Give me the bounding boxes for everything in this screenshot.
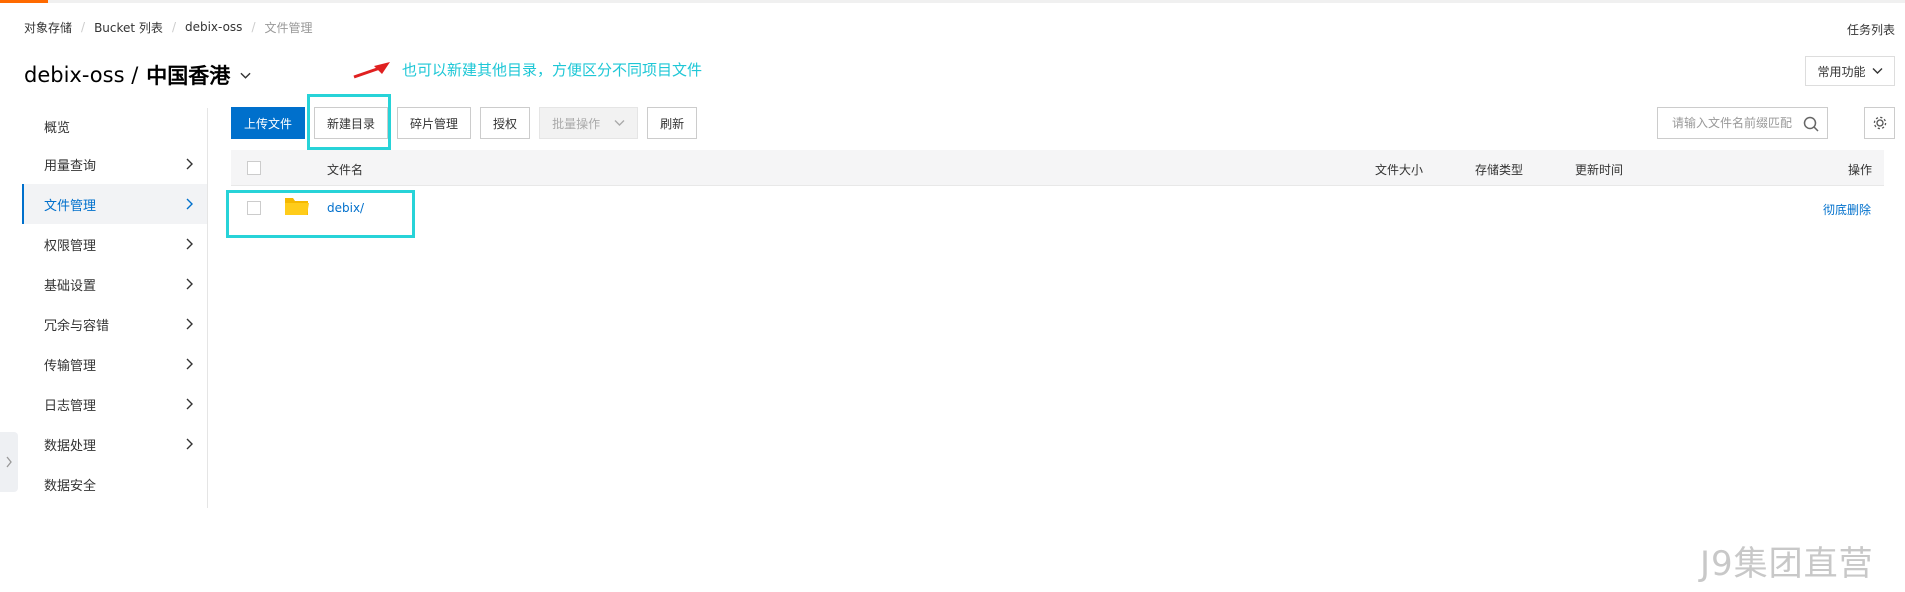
sidebar-item-label: 权限管理 bbox=[44, 238, 97, 254]
column-header-storage-type: 存储类型 bbox=[1475, 163, 1524, 177]
gear-icon bbox=[1873, 116, 1886, 130]
top-bar bbox=[0, 0, 1905, 3]
sidebar-item-label: 用量查询 bbox=[44, 158, 97, 174]
common-functions-dropdown[interactable]: 常用功能 bbox=[1805, 56, 1895, 86]
sidebar-item-label: 文件管理 bbox=[44, 198, 97, 214]
breadcrumb-current: 文件管理 bbox=[264, 20, 313, 35]
sidebar-item-transfer[interactable]: 传输管理 bbox=[22, 344, 207, 384]
common-functions-label: 常用功能 bbox=[1817, 64, 1866, 79]
toolbar: 上传文件 新建目录 碎片管理 授权 批量操作 刷新 bbox=[231, 107, 698, 139]
chevron-right-icon bbox=[6, 456, 12, 468]
chevron-down-icon bbox=[1872, 68, 1882, 74]
batch-operations-button[interactable]: 批量操作 bbox=[539, 107, 639, 139]
sidebar-item-label: 数据安全 bbox=[44, 478, 97, 494]
chevron-right-icon bbox=[186, 198, 193, 210]
fragment-management-button[interactable]: 碎片管理 bbox=[397, 107, 472, 139]
sidebar-item-data-processing[interactable]: 数据处理 bbox=[22, 424, 207, 464]
top-accent bbox=[0, 0, 48, 3]
sidebar-item-label: 数据处理 bbox=[44, 438, 97, 454]
search-input[interactable] bbox=[1672, 116, 1792, 130]
sidebar-item-file-management[interactable]: 文件管理 bbox=[22, 184, 207, 224]
batch-operations-label: 批量操作 bbox=[552, 116, 601, 131]
chevron-right-icon bbox=[186, 158, 193, 170]
chevron-right-icon bbox=[186, 238, 193, 250]
task-list-link[interactable]: 任务列表 bbox=[1847, 21, 1895, 38]
breadcrumb-separator: / bbox=[251, 20, 256, 34]
select-all-checkbox[interactable] bbox=[247, 161, 261, 175]
sidebar-item-permissions[interactable]: 权限管理 bbox=[22, 224, 207, 264]
column-header-updated: 更新时间 bbox=[1575, 163, 1624, 177]
chevron-right-icon bbox=[186, 318, 193, 330]
chevron-right-icon bbox=[186, 358, 193, 370]
sidebar-item-overview[interactable]: 概览 bbox=[22, 108, 207, 144]
table-header: 文件名 文件大小 存储类型 更新时间 操作 bbox=[231, 150, 1884, 186]
bucket-name: debix-oss / bbox=[24, 63, 139, 87]
column-header-operations: 操作 bbox=[1847, 163, 1872, 177]
sidebar-item-label: 传输管理 bbox=[44, 358, 97, 374]
folder-row-highlight bbox=[226, 190, 415, 238]
breadcrumb-object-storage[interactable]: 对象存储 bbox=[24, 19, 72, 36]
settings-button[interactable] bbox=[1864, 107, 1895, 139]
authorize-button[interactable]: 授权 bbox=[480, 107, 531, 139]
table-row: debix/ 彻底删除 bbox=[231, 190, 1884, 230]
search-box bbox=[1657, 107, 1828, 139]
annotation-arrow-icon bbox=[353, 62, 390, 79]
sidebar-item-label: 冗余与容错 bbox=[44, 318, 110, 334]
breadcrumb-bucket[interactable]: debix-oss bbox=[185, 20, 242, 34]
upload-file-button[interactable]: 上传文件 bbox=[231, 107, 306, 139]
page-title[interactable]: debix-oss / 中国香港 bbox=[24, 60, 251, 90]
sidebar-item-data-security[interactable]: 数据安全 bbox=[22, 464, 207, 504]
chevron-down-icon bbox=[614, 120, 625, 126]
chevron-down-icon bbox=[240, 72, 251, 79]
chevron-right-icon bbox=[186, 398, 193, 410]
delete-permanently-link[interactable]: 彻底删除 bbox=[1823, 201, 1871, 218]
annotation-text: 也可以新建其他目录，方便区分不同项目文件 bbox=[402, 61, 703, 79]
sidebar-item-logs[interactable]: 日志管理 bbox=[22, 384, 207, 424]
sidebar: 概览 用量查询 文件管理 权限管理 基础设置 冗余与容错 传输管理 日志管理 数… bbox=[22, 108, 208, 508]
column-header-name: 文件名 bbox=[327, 163, 364, 177]
sidebar-collapse-handle[interactable] bbox=[0, 432, 18, 492]
refresh-button[interactable]: 刷新 bbox=[647, 107, 698, 139]
sidebar-item-label: 日志管理 bbox=[44, 398, 97, 414]
column-header-size: 文件大小 bbox=[1375, 163, 1424, 177]
chevron-right-icon bbox=[186, 438, 193, 450]
sidebar-item-basic-settings[interactable]: 基础设置 bbox=[22, 264, 207, 304]
breadcrumb-separator: / bbox=[81, 20, 86, 34]
sidebar-item-label: 概览 bbox=[44, 120, 71, 136]
breadcrumb-separator: / bbox=[171, 20, 176, 34]
search-icon[interactable] bbox=[1803, 116, 1819, 132]
breadcrumb-bucket-list[interactable]: Bucket 列表 bbox=[94, 19, 163, 36]
sidebar-item-redundancy[interactable]: 冗余与容错 bbox=[22, 304, 207, 344]
watermark-text: J9集团直营 bbox=[1700, 544, 1874, 584]
sidebar-item-usage[interactable]: 用量查询 bbox=[22, 144, 207, 184]
bucket-region: 中国香港 bbox=[146, 64, 231, 88]
breadcrumb: 对象存储 / Bucket 列表 / debix-oss / 文件管理 bbox=[24, 19, 313, 35]
sidebar-item-label: 基础设置 bbox=[44, 278, 97, 294]
chevron-right-icon bbox=[186, 278, 193, 290]
new-directory-highlight bbox=[307, 94, 391, 150]
